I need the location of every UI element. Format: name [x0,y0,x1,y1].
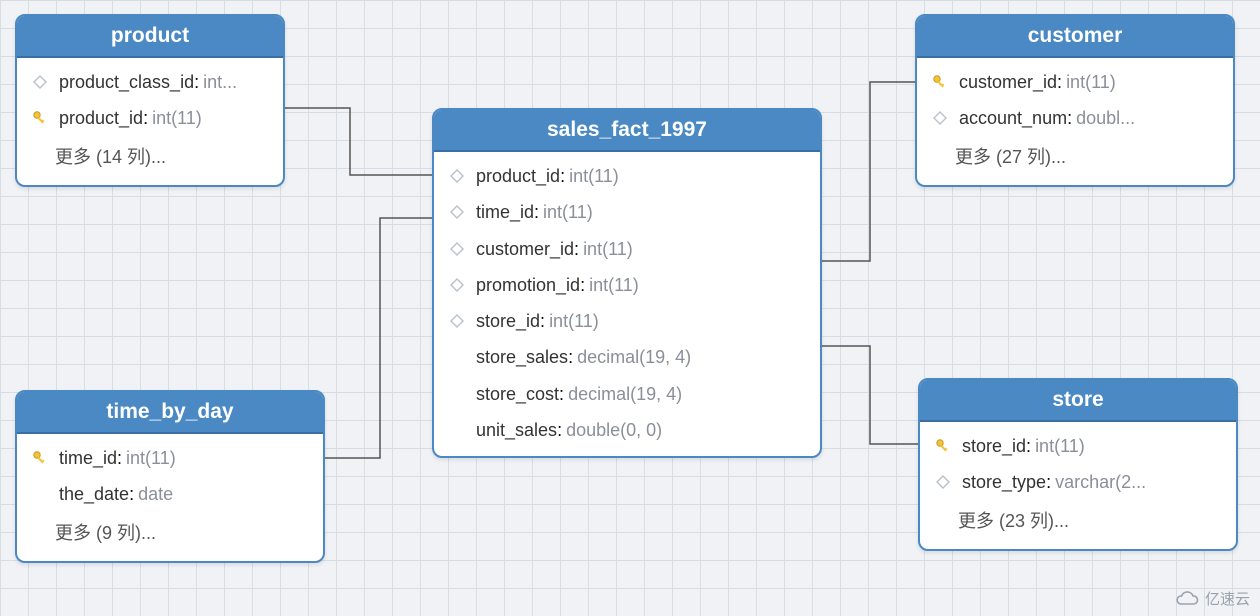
key-icon [31,109,49,127]
field-row[interactable]: product_class_id: int... [17,64,283,100]
diamond-icon [448,167,466,185]
more-columns[interactable]: 更多 (27 列)... [917,137,1233,177]
field-name: store_sales [476,345,568,369]
field-row[interactable]: time_id: int(11) [434,194,820,230]
field-row[interactable]: customer_id: int(11) [434,231,820,267]
field-row[interactable]: promotion_id: int(11) [434,267,820,303]
field-name: store_type [962,470,1046,494]
more-columns[interactable]: 更多 (23 列)... [920,501,1236,541]
field-name: time_id [59,446,117,470]
table-customer[interactable]: customer customer_id: int(11) account_nu… [915,14,1235,187]
diamond-icon [934,473,952,491]
field-type: int(11) [549,309,599,333]
more-columns[interactable]: 更多 (9 列)... [17,513,323,553]
cloud-icon [1175,586,1199,610]
field-name: store_id [476,309,540,333]
field-row[interactable]: store_id: int(11) [920,428,1236,464]
field-type: int(11) [543,200,593,224]
field-type: int(11) [1035,434,1085,458]
diamond-icon [448,312,466,330]
diamond-icon [931,109,949,127]
key-icon [31,449,49,467]
field-name: promotion_id [476,273,580,297]
field-row[interactable]: time_id: int(11) [17,440,323,476]
field-name: store_cost [476,382,559,406]
field-type: int(11) [126,446,176,470]
field-row[interactable]: the_date: date [17,476,323,512]
table-title: product [17,16,283,58]
field-name: customer_id [476,237,574,261]
table-body: time_id: int(11) the_date: date 更多 (9 列)… [17,434,323,561]
watermark: 亿速云 [1175,586,1250,610]
table-time-by-day[interactable]: time_by_day time_id: int(11) the_date: d… [15,390,325,563]
key-icon [934,437,952,455]
key-icon [931,73,949,91]
field-row[interactable]: product_id: int(11) [434,158,820,194]
diamond-icon [31,73,49,91]
field-row[interactable]: store_type: varchar(2... [920,464,1236,500]
field-row[interactable]: store_sales: decimal(19, 4) [434,339,820,375]
field-type: int(11) [569,164,619,188]
field-name: account_num [959,106,1067,130]
field-type: double(0, 0) [566,418,662,442]
field-row[interactable]: store_cost: decimal(19, 4) [434,376,820,412]
field-name: time_id [476,200,534,224]
field-row[interactable]: unit_sales: double(0, 0) [434,412,820,448]
diamond-icon [448,203,466,221]
table-store[interactable]: store store_id: int(11) store_type: varc… [918,378,1238,551]
field-row[interactable]: store_id: int(11) [434,303,820,339]
field-row[interactable]: account_num: doubl... [917,100,1233,136]
watermark-text: 亿速云 [1205,588,1250,609]
field-type: doubl... [1076,106,1135,130]
field-type: int... [203,70,237,94]
field-type: varchar(2... [1055,470,1146,494]
field-type: int(11) [1066,70,1116,94]
table-title: customer [917,16,1233,58]
field-name: product_id [59,106,143,130]
table-body: store_id: int(11) store_type: varchar(2.… [920,422,1236,549]
table-title: store [920,380,1236,422]
field-type: int(11) [152,106,202,130]
field-name: unit_sales [476,418,557,442]
diamond-icon [448,240,466,258]
table-body: product_id: int(11) time_id: int(11) cus… [434,152,820,456]
diamond-icon [448,276,466,294]
table-title: sales_fact_1997 [434,110,820,152]
field-type: decimal(19, 4) [568,382,682,406]
field-name: the_date [59,482,129,506]
field-row[interactable]: product_id: int(11) [17,100,283,136]
field-row[interactable]: customer_id: int(11) [917,64,1233,100]
more-columns[interactable]: 更多 (14 列)... [17,137,283,177]
table-title: time_by_day [17,392,323,434]
field-type: int(11) [583,237,633,261]
table-product[interactable]: product product_class_id: int... product… [15,14,285,187]
field-name: store_id [962,434,1026,458]
field-name: customer_id [959,70,1057,94]
field-type: int(11) [589,273,639,297]
table-body: customer_id: int(11) account_num: doubl.… [917,58,1233,185]
field-type: decimal(19, 4) [577,345,691,369]
table-sales-fact-1997[interactable]: sales_fact_1997 product_id: int(11) time… [432,108,822,458]
field-name: product_class_id [59,70,194,94]
table-body: product_class_id: int... product_id: int… [17,58,283,185]
field-name: product_id [476,164,560,188]
field-type: date [138,482,173,506]
